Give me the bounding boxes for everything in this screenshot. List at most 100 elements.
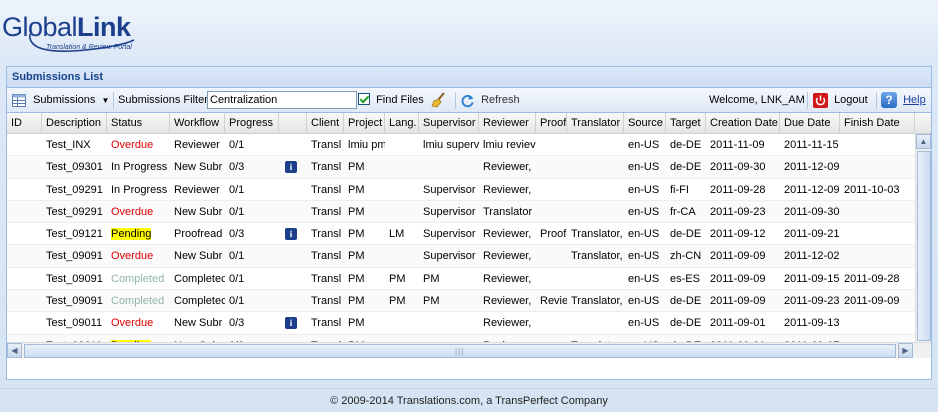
cell-due: 2011-09-21 <box>784 228 840 241</box>
status-text: In Progress <box>111 183 168 196</box>
checkbox-checked-icon <box>358 93 370 106</box>
cell-reviewer: Translator <box>483 205 533 218</box>
submissions-menu-button[interactable]: Submissions ▼ <box>12 92 109 109</box>
help-icon: ? <box>881 92 897 109</box>
cell-reviewer: Reviewer, <box>483 250 532 263</box>
cell-description: Test_09091 <box>46 272 103 285</box>
cell-proof <box>536 245 567 267</box>
vertical-scrollbar[interactable]: ▲ ▼ <box>915 134 931 358</box>
table-row[interactable]: Test_09291 Overdue New Subr 0/1 Transl PM Supe… <box>7 200 915 224</box>
info-icon[interactable]: i <box>285 161 297 174</box>
help-button[interactable]: ? Help <box>881 92 926 109</box>
cell-finish <box>840 223 915 245</box>
cell-description: Test_09091 <box>46 295 103 308</box>
info-icon[interactable]: i <box>285 317 297 330</box>
cell-supervisor: lmiu superv <box>423 139 479 151</box>
cell-source: en-US <box>628 272 660 285</box>
cell-due: 2011-12-09 <box>784 183 840 196</box>
column-header-translator[interactable]: Translator <box>567 113 624 134</box>
scroll-up-button[interactable]: ▲ <box>916 134 931 149</box>
status-cell: Pending <box>107 223 170 245</box>
cell-due: 2011-09-30 <box>784 205 840 218</box>
column-header-client[interactable]: Client <box>307 113 344 134</box>
cell-progress: 0/1 <box>229 250 245 263</box>
column-header-finish-date[interactable]: Finish Date <box>840 113 915 134</box>
cell-client: Transl <box>311 183 342 196</box>
table-row[interactable]: Test_09091 Completed Completec 0/1 Transl PM P… <box>7 290 915 313</box>
table-row[interactable]: Test_09291 In Progress Reviewer 0/1 Transl PM… <box>7 179 915 201</box>
cell-supervisor: Supervisor <box>423 250 476 263</box>
refresh-button[interactable]: Refresh <box>460 92 520 109</box>
column-header-progress[interactable]: Progress <box>225 113 279 134</box>
column-header-id[interactable]: ID <box>7 113 42 134</box>
submissions-filter-input[interactable] <box>207 91 357 109</box>
column-header-creation-date[interactable]: Creation Date <box>706 113 780 134</box>
cell-creation: 2011-09-09 <box>710 250 766 263</box>
submissions-panel: Submissions List Submissions ▼ Submissio… <box>6 66 932 380</box>
cell-lang: PM <box>389 272 406 285</box>
cell-description: Test_09301 <box>46 161 103 174</box>
cell-reviewer: Reviewer, <box>483 161 532 174</box>
table-row[interactable]: Test_09091 Completed Completec 0/1 Transl PM P… <box>7 268 915 291</box>
status-text: In Progress <box>111 161 168 174</box>
column-header-target[interactable]: Target <box>666 113 706 134</box>
cell-finish <box>840 156 915 178</box>
cell-workflow: New Subr <box>174 250 223 263</box>
cell-workflow: Proofread <box>174 228 223 241</box>
column-header-description[interactable]: Description <box>42 113 107 134</box>
status-text: Overdue <box>111 139 154 151</box>
column-header-status[interactable]: Status <box>107 113 170 134</box>
cell-finish: 2011-09-09 <box>844 295 900 308</box>
table-row[interactable]: Test_09121 Pending Proofread 0/3 i Transl PM LM… <box>7 223 915 246</box>
table-row[interactable]: Test_09091 Overdue New Subr 0/1 Transl PM Supe… <box>7 245 915 268</box>
filter-label: Submissions Filter <box>118 94 208 106</box>
info-cell: i <box>279 223 307 245</box>
column-header-lang[interactable]: Lang. <box>385 113 419 134</box>
column-header-source[interactable]: Source <box>624 113 666 134</box>
cell-project: lmiu pm <box>348 139 385 151</box>
table-row[interactable]: Test_09011 Overdue New Subr 0/3 i Transl PM Rev… <box>7 312 915 335</box>
column-header-info[interactable] <box>279 113 307 134</box>
clear-filter-button[interactable] <box>431 92 447 109</box>
cell-proof <box>536 268 567 290</box>
info-icon[interactable]: i <box>285 228 297 241</box>
vertical-scroll-thumb[interactable] <box>917 151 931 341</box>
cell-description: Test_09121 <box>46 228 103 241</box>
cell-proof <box>536 134 567 156</box>
scroll-right-button[interactable]: ▶ <box>898 343 913 358</box>
cell-creation: 2011-09-09 <box>710 272 766 285</box>
table-row[interactable]: Test_09301 In Progress New Subr 0/3 i Transl P… <box>7 156 915 179</box>
cell-lang <box>385 201 419 223</box>
cell-source: en-US <box>628 317 660 330</box>
toolbar-separator <box>113 92 114 109</box>
cell-project: PM <box>348 161 365 174</box>
find-files-checkbox[interactable]: Find Files <box>358 92 424 109</box>
cell-reviewer: Reviewer, <box>483 183 532 196</box>
horizontal-scrollbar[interactable]: ◀ ||| ▶ <box>7 342 931 358</box>
column-header-due-date[interactable]: Due Date <box>780 113 840 134</box>
column-header-project[interactable]: Project <box>344 113 385 134</box>
table-row[interactable]: Test_INX Overdue Reviewer 0/1 Transl lmiu pm l… <box>7 134 915 157</box>
column-header-reviewer[interactable]: Reviewer <box>479 113 536 134</box>
cell-lang <box>385 245 419 267</box>
cell-supervisor: Supervisor <box>423 183 476 196</box>
cell-due: 2011-11-15 <box>784 139 839 151</box>
cell-target: fr-CA <box>670 205 696 218</box>
status-text: Overdue <box>111 250 154 263</box>
column-header-workflow[interactable]: Workflow <box>170 113 225 134</box>
cell-proof: Revie <box>540 295 567 308</box>
logout-button[interactable]: Logout <box>813 92 868 109</box>
grid-header: ID Description Status Workflow Progress Clien… <box>7 113 931 134</box>
cell-source: en-US <box>628 295 660 308</box>
cell-finish <box>840 201 915 223</box>
cell-supervisor <box>419 156 479 178</box>
status-text: Completed <box>111 295 165 308</box>
column-header-supervisor[interactable]: Supervisor <box>419 113 479 134</box>
cell-due: 2011-12-09 <box>784 161 840 174</box>
column-header-proof[interactable]: Proof <box>536 113 567 134</box>
cell-supervisor: Supervisor <box>423 205 476 218</box>
scroll-left-button[interactable]: ◀ <box>7 343 22 358</box>
horizontal-scroll-thumb[interactable]: ||| <box>24 344 896 358</box>
status-cell: Overdue <box>107 245 170 267</box>
cell-creation: 2011-09-12 <box>710 228 766 241</box>
